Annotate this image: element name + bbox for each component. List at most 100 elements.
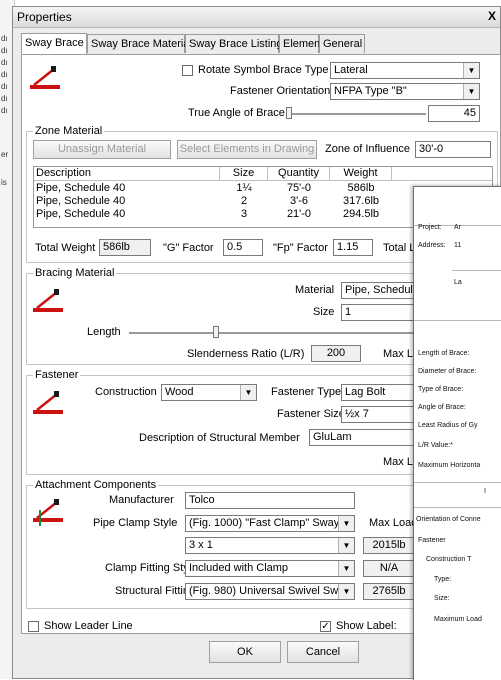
sway-brace-icon (30, 66, 60, 89)
column-header-weight[interactable]: Weight (330, 167, 392, 181)
background-fragment: dı (1, 46, 8, 55)
length-slider-thumb[interactable] (213, 326, 219, 338)
true-angle-slider-thumb[interactable] (286, 107, 292, 119)
chevron-down-icon: ▼ (240, 385, 256, 400)
manufacturer-label: Manufacturer (109, 494, 174, 506)
report-type2-label: Type: (434, 576, 452, 583)
size-label: Size (313, 306, 335, 318)
clamp-fitting-style-label: Clamp Fitting Style (105, 562, 198, 574)
select-elements-button[interactable]: Select Elements in Drawing (177, 140, 317, 159)
true-angle-label: True Angle of Brace (188, 107, 285, 119)
show-leader-label: Show Leader Line (44, 620, 133, 632)
brace-type-select[interactable]: Lateral ▼ (330, 62, 480, 79)
tab-sway-brace[interactable]: Sway Brace (21, 33, 87, 54)
clamp-size-value: 3 x 1 (189, 539, 213, 551)
structural-member-label: Description of Structural Member (139, 432, 300, 444)
background-fragment: er (1, 150, 9, 159)
manufacturer-field[interactable]: Tolco (185, 492, 355, 509)
fastener-orientation-label: Fastener Orientation (230, 85, 331, 97)
report-address-value: 11 (454, 242, 462, 249)
show-label-checkbox[interactable]: ✓ (320, 621, 331, 632)
zone-material-title: Zone Material (33, 125, 105, 137)
attachment-max-load-label: Max Load (369, 517, 418, 529)
fp-factor-field[interactable]: 1.15 (333, 239, 373, 256)
chevron-down-icon: ▼ (463, 84, 479, 99)
attachment-icon (33, 499, 63, 526)
zone-influence-field[interactable]: 30'-0 (415, 141, 491, 158)
true-angle-field[interactable]: 45 (428, 105, 480, 122)
g-factor-label: "G" Factor (163, 242, 214, 254)
show-leader-checkbox[interactable] (28, 621, 39, 632)
report-angle-label: Angle of Brace: (418, 404, 466, 411)
dialog-title: Properties (17, 10, 72, 24)
cell-description: Pipe, Schedule 40 (36, 182, 126, 194)
fastener-orientation-select[interactable]: NFPA Type "B" ▼ (330, 83, 480, 100)
clamp-max-load-field: 2015lb (363, 537, 415, 554)
cancel-button[interactable]: Cancel (287, 641, 359, 663)
length-slider[interactable] (129, 332, 429, 334)
pipe-clamp-style-select[interactable]: (Fig. 1000) "Fast Clamp" Sway Brac ▼ (185, 515, 355, 532)
column-header-size[interactable]: Size (220, 167, 268, 181)
report-fastener-label: Fastener (418, 537, 446, 544)
tab-element[interactable]: Element (279, 34, 323, 53)
construction-select[interactable]: Wood ▼ (161, 384, 257, 401)
cell-quantity: 21'-0 (286, 208, 312, 220)
structural-fitting-label: Structural Fitting (115, 585, 196, 597)
tab-general[interactable]: General (319, 34, 365, 53)
clamp-fitting-style-value: Included with Clamp (189, 562, 289, 574)
fitting-max-load-field: N/A (363, 560, 415, 577)
background-fragment: dı (1, 82, 8, 91)
report-project-value: Ar (454, 224, 461, 231)
report-radius-label: Least Radius of Gy (418, 422, 478, 429)
unassign-material-button[interactable]: Unassign Material (33, 140, 171, 159)
attachment-components-title: Attachment Components (33, 479, 159, 491)
ok-button[interactable]: OK (209, 641, 281, 663)
g-factor-field[interactable]: 0.5 (223, 239, 263, 256)
rotate-symbol-label: Rotate Symbol (198, 64, 271, 76)
clamp-size-select[interactable]: 3 x 1 ▼ (185, 537, 355, 554)
title-bar[interactable]: Properties X (13, 7, 500, 28)
cell-quantity: 3'-6 (290, 195, 308, 207)
chevron-down-icon: ▼ (338, 561, 354, 576)
clamp-fitting-style-select[interactable]: Included with Clamp ▼ (185, 560, 355, 577)
tab-sway-brace-listing[interactable]: Sway Brace Listing (185, 34, 283, 53)
true-angle-slider[interactable] (286, 113, 426, 115)
slenderness-label: Slenderness Ratio (L/R) (187, 348, 305, 360)
structural-fitting-select[interactable]: (Fig. 980) Universal Swivel Sway Bi ▼ (185, 583, 355, 600)
pipe-clamp-style-label: Pipe Clamp Style (93, 517, 178, 529)
report-diameter-label: Diameter of Brace: (418, 368, 477, 375)
column-header-blank (392, 167, 492, 181)
report-divider (452, 270, 501, 271)
background-fragment: dı (1, 94, 8, 103)
background-fragment: dı (1, 70, 8, 79)
report-maxload-label: Maximum Load (434, 616, 482, 623)
tab-sway-brace-material[interactable]: Sway Brace Material (87, 34, 192, 53)
report-project-label: Project: (418, 224, 442, 231)
bracing-material-icon (33, 289, 63, 312)
structural-max-load-field: 2765lb (363, 583, 415, 600)
cell-weight: 294.5lb (342, 208, 380, 220)
background-fragment: dı (1, 58, 8, 67)
rotate-symbol-checkbox[interactable] (182, 65, 193, 76)
background-fragment: is (1, 178, 7, 187)
column-header-quantity[interactable]: Quantity (268, 167, 330, 181)
close-icon[interactable]: X (488, 9, 496, 23)
cell-description: Pipe, Schedule 40 (36, 195, 126, 207)
column-header-description[interactable]: Description (34, 167, 220, 181)
fastener-type-label: Fastener Type (271, 386, 342, 398)
cell-size: 3 (240, 208, 248, 220)
background-fragment: dı (1, 106, 8, 115)
report-length-label: Length of Brace: (418, 350, 470, 357)
chevron-down-icon: ▼ (338, 516, 354, 531)
length-label: Length (87, 326, 121, 338)
bracing-material-title: Bracing Material (33, 267, 117, 279)
chevron-down-icon: ▼ (338, 538, 354, 553)
background-fragment: dı (1, 34, 8, 43)
construction-value: Wood (165, 386, 194, 398)
zone-influence-label: Zone of Influence (325, 143, 411, 155)
report-construction-label: Construction T (426, 556, 472, 563)
report-lr-label: L/R Value:* (418, 442, 453, 449)
cell-weight: 586lb (347, 182, 375, 194)
structural-fitting-value: (Fig. 980) Universal Swivel Sway Bi (189, 585, 355, 597)
total-weight-label: Total Weight (35, 242, 96, 254)
